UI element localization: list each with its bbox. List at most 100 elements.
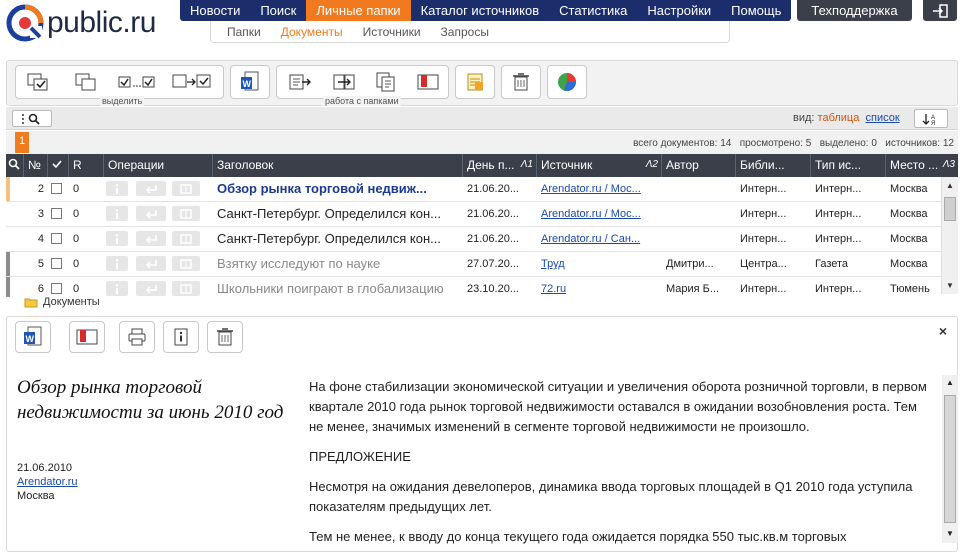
view-list-option[interactable]: список [865, 112, 899, 124]
folder-button[interactable] [172, 206, 200, 221]
copy-to-folder-button[interactable] [285, 69, 315, 95]
page-number[interactable]: 1 [15, 132, 29, 153]
doc-scroll-up-icon[interactable]: ▲ [942, 375, 958, 392]
close-preview-icon[interactable]: × [939, 323, 947, 339]
doc-scroll-down-icon[interactable]: ▼ [942, 526, 958, 543]
select-page-button[interactable] [72, 69, 102, 95]
row-source-link[interactable]: Arendator.ru / Сан... [537, 227, 662, 251]
table-scrollbar[interactable]: ▲ ▼ [941, 177, 958, 294]
view-table-option[interactable]: таблица [818, 112, 860, 124]
sort-button[interactable]: AЯ [914, 109, 948, 128]
table-row[interactable]: 5 0 Взятку исследуют по науке 27.07.20..… [6, 252, 941, 277]
stats-bar: 1 всего документов: 14 просмотрено: 5 вы… [6, 131, 958, 154]
column-r[interactable]: R [69, 154, 104, 177]
column-library[interactable]: Библи... [736, 154, 811, 177]
reply-button[interactable] [136, 206, 166, 221]
row-checkbox[interactable] [51, 233, 62, 244]
export-button[interactable] [460, 69, 490, 95]
column-check[interactable] [48, 154, 69, 177]
row-title[interactable]: Взятку исследуют по науке [213, 252, 463, 276]
reply-button[interactable] [136, 231, 166, 246]
export-word-button[interactable]: W [235, 69, 265, 95]
table-row[interactable]: 3 0 Санкт-Петербург. Определился кон... … [6, 202, 941, 227]
preview-print-button[interactable] [119, 321, 155, 353]
column-search[interactable] [6, 154, 24, 177]
table-row[interactable]: 6 0 Школьники поиграют в глобализацию 23… [6, 277, 941, 297]
select-range-button[interactable] [116, 69, 158, 95]
column-source[interactable]: Источник Λ2 [537, 154, 662, 177]
folder-button[interactable] [172, 281, 200, 296]
row-source-link[interactable]: Arendator.ru / Мос... [537, 202, 662, 226]
invert-selection-button[interactable] [170, 69, 216, 95]
doc-scroll-thumb[interactable] [944, 395, 956, 523]
info-button[interactable] [106, 231, 128, 246]
row-title[interactable]: Обзор рынка торговой недвиж... [213, 177, 463, 201]
current-folder[interactable]: Документы [24, 296, 100, 308]
row-title[interactable]: Школьники поиграют в глобализацию [213, 277, 463, 297]
move-to-folder-button[interactable] [329, 69, 359, 95]
preview-bookmark-button[interactable] [69, 321, 105, 353]
nav-search[interactable]: Поиск [250, 0, 306, 21]
nav-statistics[interactable]: Статистика [549, 0, 637, 21]
document-scrollbar[interactable]: ▲ ▼ [942, 375, 958, 543]
preview-info-button[interactable] [163, 321, 199, 353]
preview-delete-button[interactable] [207, 321, 243, 353]
info-button[interactable] [106, 256, 128, 271]
row-checkbox[interactable] [51, 183, 62, 194]
scroll-up-icon[interactable]: ▲ [942, 177, 958, 194]
select-range-icon [118, 76, 155, 88]
bookmark-button[interactable] [413, 69, 443, 95]
row-source-link[interactable]: Arendator.ru / Мос... [537, 177, 662, 201]
book-icon [180, 283, 192, 294]
row-checkbox[interactable] [51, 258, 62, 269]
svg-text:W: W [243, 79, 252, 89]
nav-help[interactable]: Помощь [721, 0, 791, 21]
row-library: Интерн... [740, 233, 787, 245]
column-place[interactable]: Место ... Λ3 [886, 154, 958, 177]
info-button[interactable] [106, 206, 128, 221]
row-checkbox[interactable] [51, 208, 62, 219]
nav-news[interactable]: Новости [180, 0, 250, 21]
row-title[interactable]: Санкт-Петербург. Определился кон... [213, 202, 463, 226]
scroll-thumb[interactable] [944, 197, 956, 221]
nav-settings[interactable]: Настройки [637, 0, 721, 21]
subnav-folders[interactable]: Папки [217, 21, 271, 42]
logout-button[interactable] [923, 0, 957, 21]
subnav-documents[interactable]: Документы [271, 21, 353, 42]
preview-export-word-button[interactable]: W [15, 321, 51, 353]
table-row[interactable]: 4 0 Санкт-Петербург. Определился кон... … [6, 227, 941, 252]
support-button[interactable]: Техподдержка [797, 0, 912, 21]
reply-button[interactable] [136, 256, 166, 271]
search-filter-button[interactable] [12, 110, 52, 127]
table-row[interactable]: 2 0 Обзор рынка торговой недвиж... 21.06… [6, 177, 941, 202]
column-date[interactable]: День п... Λ1 [463, 154, 537, 177]
folder-button[interactable] [172, 231, 200, 246]
duplicate-button[interactable] [371, 69, 401, 95]
info-button[interactable] [106, 281, 128, 296]
subnav-queries[interactable]: Запросы [431, 21, 499, 42]
statistics-button[interactable] [552, 69, 582, 95]
logo[interactable]: public.ru [6, 4, 156, 42]
column-title[interactable]: Заголовок [213, 154, 463, 177]
delete-button[interactable] [506, 69, 536, 95]
column-author[interactable]: Автор [662, 154, 736, 177]
folder-button[interactable] [172, 256, 200, 271]
select-all-button[interactable] [24, 69, 54, 95]
row-title[interactable]: Санкт-Петербург. Определился кон... [213, 227, 463, 251]
reply-arrow-icon [145, 209, 157, 219]
row-source-link[interactable]: Труд [537, 252, 662, 276]
column-number[interactable]: № [24, 154, 48, 177]
subnav-sources[interactable]: Источники [353, 21, 431, 42]
reply-button[interactable] [136, 181, 166, 196]
column-source-type[interactable]: Тип ис... [811, 154, 886, 177]
nav-source-catalog[interactable]: Каталог источников [411, 0, 550, 21]
document-source-link[interactable]: Arendator.ru [17, 475, 78, 489]
column-operations[interactable]: Операции [104, 154, 213, 177]
nav-personal-folders[interactable]: Личные папки [306, 0, 411, 21]
reply-button[interactable] [136, 281, 166, 296]
row-source-link[interactable]: 72.ru [537, 277, 662, 297]
scroll-down-icon[interactable]: ▼ [942, 277, 958, 294]
folder-button[interactable] [172, 181, 200, 196]
info-button[interactable] [106, 181, 128, 196]
row-checkbox[interactable] [51, 283, 62, 294]
